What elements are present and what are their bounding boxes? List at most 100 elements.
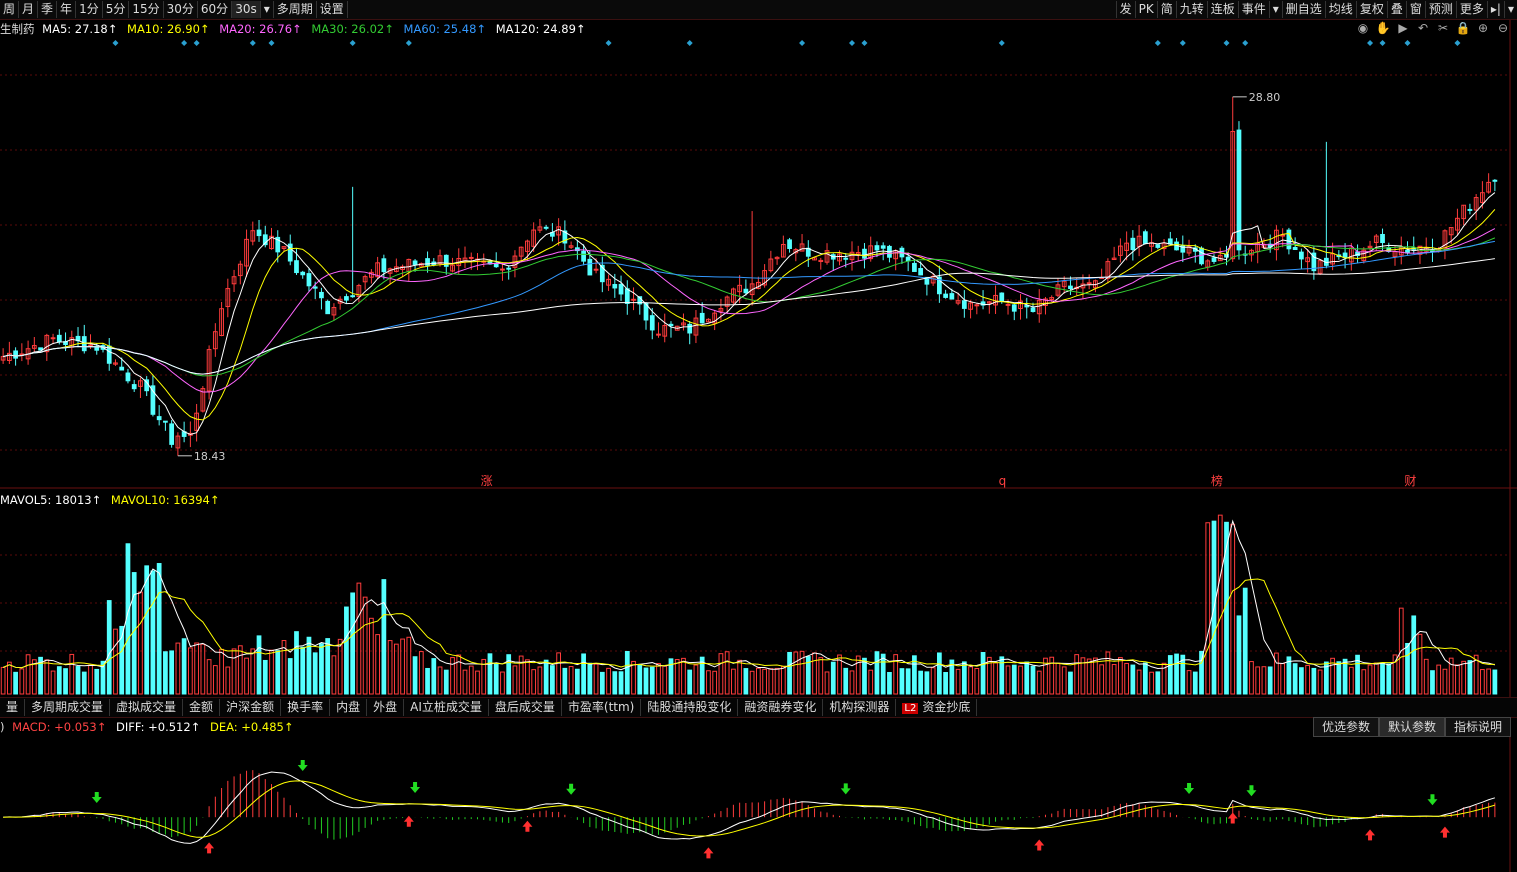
volume-bar (1249, 661, 1254, 695)
candle (294, 260, 299, 274)
death-cross-arrow (1246, 785, 1257, 797)
candle (874, 245, 880, 251)
candle (699, 312, 705, 324)
volume-bar (1093, 657, 1098, 695)
indicator-tab-13[interactable]: 机构探测器 (823, 699, 897, 716)
candle (1030, 307, 1036, 312)
volume-bar (1455, 664, 1460, 695)
indicator-tab-4[interactable]: 沪深金额 (220, 699, 282, 716)
indicator-tab-12[interactable]: 融资融券变化 (738, 699, 824, 716)
volume-bar (456, 654, 462, 695)
volume-bar (1367, 664, 1373, 695)
indicator-tab-2[interactable]: 虚拟成交量 (110, 699, 184, 716)
volume-bar (113, 628, 118, 695)
volume-bar (406, 636, 412, 695)
volume-bar (918, 670, 924, 695)
indicator-help-button[interactable]: 指标说明 (1444, 717, 1511, 737)
candle (912, 262, 917, 272)
indicator-tab-0[interactable]: 量 (0, 699, 26, 716)
candle (169, 423, 175, 445)
volume-bar (437, 666, 443, 695)
ma10-line (2, 209, 1496, 421)
volume-bar (1005, 665, 1011, 695)
volume-bar (1480, 669, 1485, 695)
macd-label: MACD: +0.053↑ (12, 720, 107, 734)
volume-bar (824, 671, 830, 695)
volume-bar (206, 659, 212, 695)
volume-bar (1118, 657, 1123, 695)
volume-bar (500, 671, 505, 695)
indicator-tab-8[interactable]: AI立桩成交量 (404, 699, 489, 716)
indicator-tab-10[interactable]: 市盈率(ttm) (562, 699, 642, 716)
volume-bar (225, 666, 231, 695)
event-marker (1454, 40, 1461, 46)
golden-cross-arrow (204, 842, 215, 854)
volume-bar (0, 666, 6, 695)
event-marker (1379, 40, 1386, 46)
volume-bar (887, 671, 892, 695)
volume-bar (1461, 660, 1467, 695)
candle (618, 283, 624, 295)
candle (668, 323, 674, 327)
indicator-tab-3[interactable]: 金额 (183, 699, 221, 716)
high-label: 28.80 (1249, 91, 1281, 104)
volume-legend: MAVOL5: 18013↑ MAVOL10: 16394↑ (0, 493, 219, 507)
candle (125, 372, 131, 382)
volume-bar (531, 669, 537, 695)
default-params-button[interactable]: 默认参数 (1378, 717, 1445, 737)
candle (1492, 179, 1498, 182)
volume-bar (812, 652, 817, 695)
indicator-tab-5[interactable]: 换手率 (281, 699, 331, 716)
volume-bar (674, 659, 680, 695)
indicator-tab-14[interactable]: L2 资金抄底 (896, 699, 978, 716)
volume-bar (1111, 664, 1117, 695)
candle (843, 257, 849, 260)
event-marker (1242, 40, 1249, 46)
volume-bar (1174, 653, 1179, 695)
candle (624, 288, 630, 304)
volume-bar (169, 650, 175, 695)
volume-bar (319, 643, 324, 695)
macd-prefix: ) (0, 720, 5, 734)
volume-bar (81, 671, 87, 695)
volume-bar (649, 666, 655, 695)
volume-bar (75, 666, 81, 695)
volume-bar (400, 638, 405, 695)
volume-bar (581, 653, 586, 695)
volume-bar (1149, 671, 1154, 695)
volume-bar (94, 668, 100, 695)
mavol5-line (2, 519, 1496, 671)
volume-bar (1036, 670, 1042, 695)
volume-bar (1292, 663, 1298, 695)
volume-bar (687, 669, 693, 695)
volume-bar (543, 659, 549, 695)
volume-bar (1061, 666, 1067, 695)
golden-cross-arrow (1365, 829, 1376, 841)
indicator-tab-7[interactable]: 外盘 (367, 699, 405, 716)
candle (631, 298, 636, 301)
indicator-tab-6[interactable]: 内盘 (330, 699, 368, 716)
volume-bar (344, 606, 349, 695)
volume-bar (19, 668, 25, 695)
death-cross-arrow (566, 783, 577, 795)
optimal-params-button[interactable]: 优选参数 (1312, 717, 1379, 737)
death-cross-arrow (297, 760, 308, 772)
volume-bar (780, 666, 786, 695)
volume-bar (830, 661, 836, 695)
stock-chart: 28.80 18.43 涨 q 榜 财 (0, 20, 1517, 872)
volume-bar (1373, 662, 1379, 695)
indicator-tab-11[interactable]: 陆股通持股变化 (641, 699, 739, 716)
volume-bar (1280, 663, 1286, 695)
ma60-line (2, 240, 1495, 375)
volume-bar (793, 651, 799, 695)
indicator-tab-1[interactable]: 多周期成交量 (25, 699, 111, 716)
volume-bar (1142, 662, 1148, 695)
volume-bar (1348, 666, 1354, 695)
golden-cross-arrow (403, 815, 414, 827)
event-marker (686, 40, 693, 46)
volume-bar (294, 631, 299, 695)
volume-bar (1311, 667, 1317, 695)
volume-bar (512, 665, 518, 695)
volume-bar (1423, 658, 1429, 695)
indicator-tab-9[interactable]: 盘后成交量 (489, 699, 562, 716)
